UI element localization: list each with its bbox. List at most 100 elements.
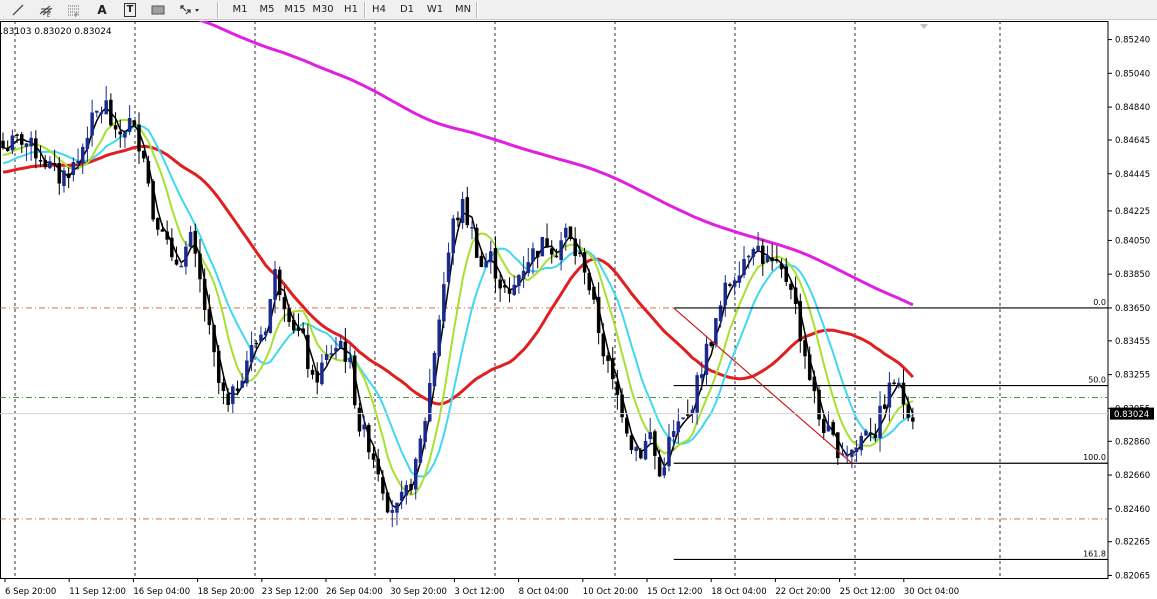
candle-body: [409, 484, 413, 491]
candle-body: [90, 112, 94, 136]
candle-body: [353, 355, 357, 406]
candle-body: [512, 284, 516, 295]
fibonacci-level-label: 0.0: [1093, 298, 1106, 307]
timeframe-d1-button[interactable]: D1: [394, 1, 420, 18]
candle-body: [789, 283, 793, 290]
timeframe-m5-button[interactable]: M5: [254, 1, 280, 18]
candle-body: [43, 159, 47, 168]
timeframe-m15-button[interactable]: M15: [282, 1, 308, 18]
candle-body: [118, 131, 122, 135]
x-axis-label: 18 Sep 20:00: [198, 587, 255, 597]
candle-body: [432, 352, 437, 387]
text-tool[interactable]: A: [92, 1, 112, 18]
x-axis-label: 6 Sep 20:00: [5, 587, 56, 597]
timeframe-m1-button[interactable]: M1: [227, 1, 253, 18]
candle-body: [235, 388, 240, 391]
candle-body: [864, 430, 868, 436]
x-axis-label: 11 Sep 12:00: [69, 587, 126, 597]
candle-body: [470, 227, 474, 229]
candle-body: [695, 375, 699, 413]
y-axis-label: 0.84840: [1115, 103, 1150, 113]
candle-body: [212, 325, 216, 353]
timeframe-mn-button[interactable]: MN: [450, 1, 476, 18]
candle-body: [80, 146, 85, 164]
candle-body: [831, 422, 835, 435]
x-axis-label: 30 Sep 20:00: [390, 587, 447, 597]
chart-frame: [0, 21, 1109, 579]
candle-body: [71, 162, 76, 176]
candle-body: [156, 218, 160, 230]
fibo-tool[interactable]: F: [64, 1, 84, 18]
timeframe-h4-button[interactable]: H4: [366, 1, 392, 18]
chart-shift-marker-icon[interactable]: [920, 24, 928, 29]
candle-body: [489, 251, 493, 263]
svg-text:F: F: [75, 13, 78, 17]
candle-body: [15, 134, 19, 136]
trendline-tool[interactable]: [8, 1, 28, 18]
candle-body: [348, 358, 352, 363]
candle-body: [817, 389, 821, 420]
candle-body: [596, 296, 601, 334]
x-axis-label: 30 Oct 04:00: [904, 587, 959, 597]
candle-body: [198, 253, 202, 280]
candle-body: [526, 262, 531, 274]
candle-body: [334, 347, 338, 352]
fibonacci-level-label: 161.8: [1083, 549, 1106, 558]
candle-body: [517, 274, 521, 287]
price-chart[interactable]: 0.0 50.0 100.0 161.8 0.85240 0.85040 0.84840 0.…: [0, 21, 1157, 599]
timeframe-w1-button[interactable]: W1: [422, 1, 448, 18]
timeframe-m30-button[interactable]: M30: [310, 1, 336, 18]
timeframe-h1-button[interactable]: H1: [338, 1, 364, 18]
candle-body: [226, 393, 230, 405]
candle-body: [277, 269, 282, 296]
candle-body: [338, 340, 343, 348]
candle-body: [160, 229, 165, 232]
candle-body: [779, 263, 784, 270]
candle-body: [887, 382, 892, 408]
candle-body: [587, 272, 591, 291]
candle-body: [812, 376, 817, 392]
candle-body: [29, 137, 33, 147]
candle-body: [906, 404, 910, 418]
chart-canvas[interactable]: 0.0 50.0 100.0 161.8 0.85240 0.85040 0.84840 0.…: [0, 21, 1157, 599]
candle-body: [521, 270, 526, 279]
candle-body: [179, 265, 183, 268]
candle-body: [296, 327, 301, 331]
x-axis-label: 23 Sep 12:00: [262, 587, 319, 597]
candle-body: [249, 345, 254, 363]
fibo-channel-tool[interactable]: E: [36, 1, 56, 18]
arrows-tool[interactable]: [176, 1, 204, 18]
candle-body: [268, 299, 273, 334]
candle-body: [573, 238, 577, 257]
candle-body: [38, 160, 43, 162]
fibo-f-icon: F: [66, 3, 82, 17]
candle-body: [95, 110, 99, 113]
candle-body: [85, 137, 90, 149]
candle-body: [601, 333, 606, 357]
candle-body: [798, 301, 803, 341]
rectangle-tool[interactable]: [148, 1, 168, 18]
y-axis-label: 0.82265: [1115, 538, 1150, 548]
candle-body: [868, 432, 873, 435]
candle-body: [57, 162, 62, 184]
candle-body: [137, 124, 141, 152]
candle-body: [310, 369, 315, 375]
candle-body: [592, 286, 596, 300]
y-axis-label: 0.83850: [1115, 270, 1150, 280]
candle-body: [564, 227, 568, 238]
y-axis-label: 0.85040: [1115, 69, 1150, 79]
candle-body: [456, 217, 460, 221]
candle-body: [216, 350, 221, 384]
candle-body: [775, 259, 779, 262]
candle-body: [854, 447, 859, 452]
candle-body: [282, 297, 287, 310]
x-axis-label: 22 Oct 20:00: [775, 587, 830, 597]
x-axis-label: 18 Oct 04:00: [711, 587, 766, 597]
y-axis-label: 0.83650: [1115, 304, 1150, 314]
text-label-tool[interactable]: T: [120, 1, 140, 18]
candle-body: [845, 454, 849, 457]
candle-body: [578, 252, 582, 254]
candle-body: [807, 354, 812, 380]
chart-toolbar: E F A T M1 M5 M15 M30 H1 H4 D1 W1 MN: [0, 0, 1157, 20]
candle-body: [20, 134, 24, 145]
